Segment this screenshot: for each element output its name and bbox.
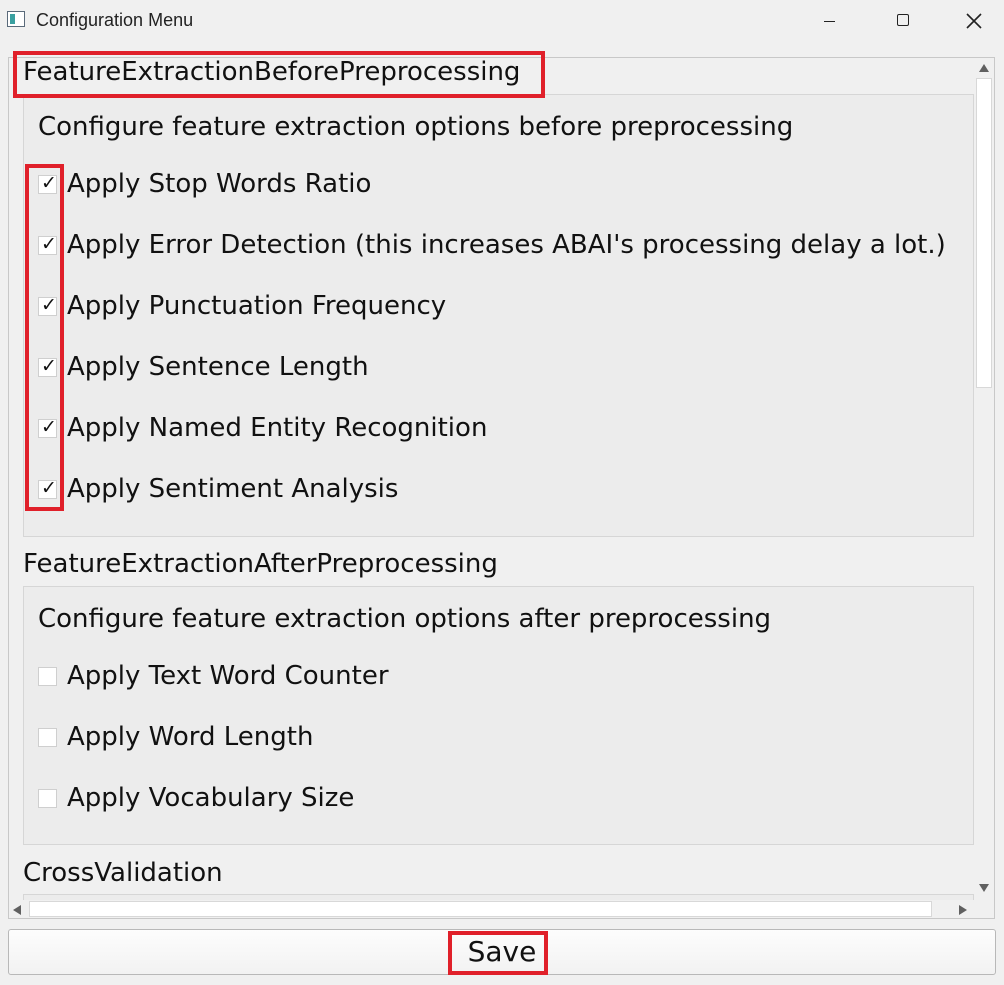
group-description: Configure feature extraction options bef… <box>38 112 794 142</box>
option-label: Apply Error Detection (this increases AB… <box>67 230 946 260</box>
horizontal-scrollbar[interactable] <box>9 900 975 918</box>
group-feature-extraction-before: Configure feature extraction options bef… <box>23 94 974 537</box>
vertical-scroll-thumb[interactable] <box>976 78 992 388</box>
scroll-down-arrow-icon[interactable] <box>979 884 989 892</box>
option-label: Apply Sentence Length <box>67 352 369 382</box>
close-icon[interactable] <box>940 0 1004 42</box>
checkbox-vocabulary-size[interactable] <box>38 789 57 808</box>
checkbox-text-word-counter[interactable] <box>38 667 57 686</box>
window-title: Configuration Menu <box>36 10 194 30</box>
maximize-icon[interactable] <box>868 0 934 42</box>
scroll-up-arrow-icon[interactable] <box>979 64 989 72</box>
app-window-icon <box>7 11 25 27</box>
minimize-icon[interactable] <box>796 0 862 42</box>
highlight-box-section-title <box>13 51 545 98</box>
highlight-box-checkboxes <box>25 164 64 511</box>
scroll-left-arrow-icon[interactable] <box>13 905 21 915</box>
option-label: Apply Vocabulary Size <box>67 783 355 813</box>
group-description: Configure feature extraction options aft… <box>38 604 772 634</box>
title-bar: Configuration Menu <box>0 0 1004 42</box>
scroll-right-arrow-icon[interactable] <box>959 905 967 915</box>
highlight-box-save <box>448 931 548 975</box>
option-label: Apply Named Entity Recognition <box>67 413 488 443</box>
option-label: Apply Text Word Counter <box>67 661 389 691</box>
option-label: Apply Punctuation Frequency <box>67 291 447 321</box>
group-feature-extraction-after: Configure feature extraction options aft… <box>23 586 974 845</box>
option-label: Apply Stop Words Ratio <box>67 169 372 199</box>
config-scroll-area[interactable]: FeatureExtractionBeforePreprocessing Con… <box>8 57 995 919</box>
horizontal-scroll-thumb[interactable] <box>29 901 932 917</box>
checkbox-word-length[interactable] <box>38 728 57 747</box>
option-label: Apply Word Length <box>67 722 314 752</box>
section-title-cross-validation: CrossValidation <box>23 858 223 888</box>
vertical-scrollbar[interactable] <box>975 58 994 902</box>
section-title-feature-extraction-after: FeatureExtractionAfterPreprocessing <box>23 549 498 579</box>
option-label: Apply Sentiment Analysis <box>67 474 399 504</box>
